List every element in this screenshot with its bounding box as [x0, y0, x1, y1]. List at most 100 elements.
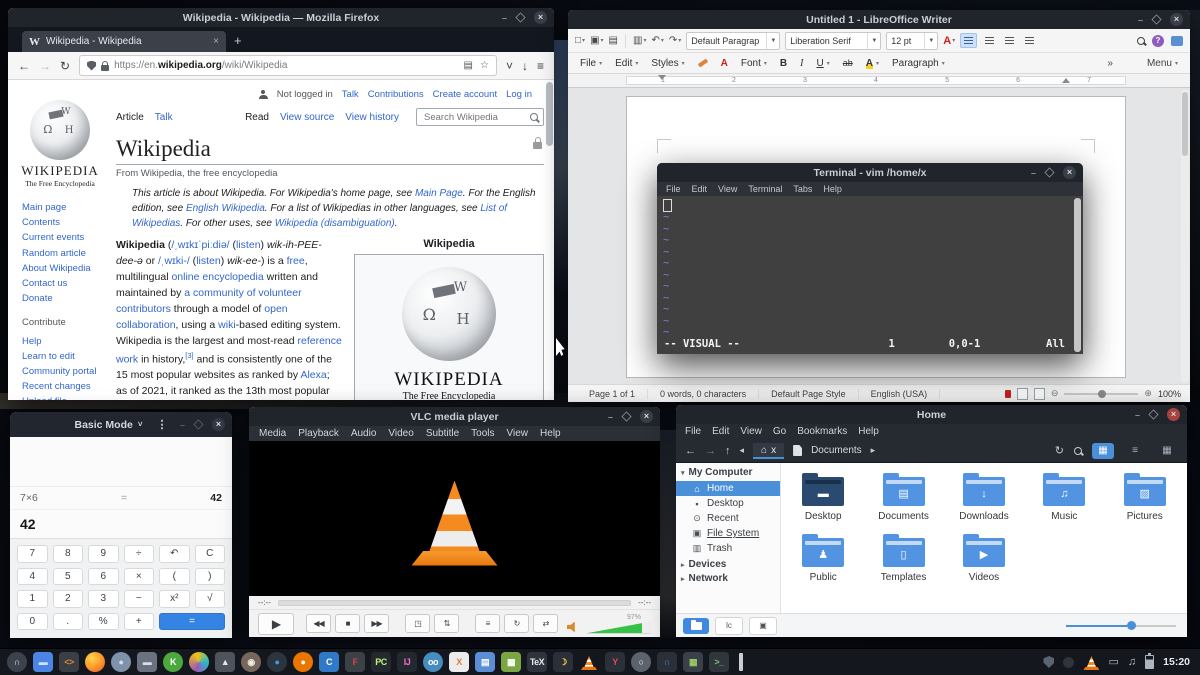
- italic-button[interactable]: I: [800, 58, 803, 69]
- menu-item[interactable]: Help: [540, 428, 561, 439]
- close-button[interactable]: ×: [1167, 408, 1180, 421]
- zoom-in-icon[interactable]: ⊕: [1144, 388, 1152, 399]
- menu-item[interactable]: Tabs: [793, 184, 812, 194]
- code-editor-icon[interactable]: <>: [59, 652, 79, 672]
- personal-link[interactable]: Contributions: [368, 89, 424, 100]
- calculator-key[interactable]: 7: [17, 545, 48, 563]
- minimize-button[interactable]: –: [1135, 410, 1140, 420]
- scrollbar[interactable]: [1181, 90, 1189, 382]
- font-color-button[interactable]: A▾: [943, 35, 955, 47]
- menu-item[interactable]: Media: [259, 428, 286, 439]
- pycharm-icon[interactable]: PC: [371, 652, 391, 672]
- menu-font[interactable]: Font▾: [741, 58, 767, 69]
- terminal-app-icon[interactable]: >_: [709, 652, 729, 672]
- folder-item[interactable]: ♫ Music: [1024, 471, 1104, 522]
- minimize-button[interactable]: –: [1138, 15, 1143, 25]
- status-item[interactable]: Page 1 of 1: [577, 389, 648, 399]
- terminal-titlebar[interactable]: Terminal - vim /home/x –×: [657, 163, 1083, 182]
- calculator-key[interactable]: 0: [17, 613, 48, 631]
- calculator-key[interactable]: C: [195, 545, 226, 563]
- tex-app-icon[interactable]: TeX: [527, 652, 547, 672]
- bold-button[interactable]: B: [780, 58, 787, 69]
- battery-icon[interactable]: [1145, 655, 1154, 669]
- status-item[interactable]: Default Page Style: [759, 389, 859, 399]
- shuffle-button[interactable]: ⇄: [533, 614, 558, 633]
- audio-tray-icon[interactable]: ♫: [1128, 657, 1136, 668]
- toolbar-overflow-chevron[interactable]: »: [1107, 58, 1113, 69]
- window-list-item[interactable]: [739, 653, 743, 671]
- minimize-button[interactable]: –: [1031, 168, 1036, 178]
- path-documents-button[interactable]: Documents: [811, 445, 862, 456]
- reader-mode-icon[interactable]: ▤: [464, 60, 473, 71]
- menu-item[interactable]: File: [666, 184, 681, 194]
- calculator-key[interactable]: ): [195, 568, 226, 586]
- c-app-icon[interactable]: C: [319, 652, 339, 672]
- terminal-screen[interactable]: ~~~~~~~~~~~ -- VISUAL -- 1 0,0-1 All: [657, 196, 1083, 354]
- clear-formatting-icon[interactable]: A: [721, 58, 728, 69]
- path-scroll-left-icon[interactable]: ◂: [740, 445, 745, 456]
- sidebar-link[interactable]: Donate: [22, 291, 112, 306]
- sidebar-group[interactable]: ▸Network: [676, 570, 780, 584]
- calculator-key[interactable]: 3: [88, 590, 119, 608]
- personal-link[interactable]: Not logged in: [277, 89, 333, 100]
- align-left-button[interactable]: [960, 33, 977, 48]
- menu-item[interactable]: Help: [858, 426, 879, 437]
- panel-app-icon[interactable]: ▬: [33, 652, 53, 672]
- panel-toggle[interactable]: ▣: [749, 617, 777, 635]
- sidebar-place-item[interactable]: ▣ File System: [676, 526, 780, 541]
- folder-item[interactable]: ♟ Public: [783, 532, 863, 583]
- page-view-single-icon[interactable]: [1017, 388, 1028, 400]
- restore-button[interactable]: [515, 12, 525, 22]
- menu-item[interactable]: Help: [823, 184, 842, 194]
- menu-item[interactable]: Video: [388, 428, 413, 439]
- vlc-app-icon[interactable]: [579, 652, 599, 672]
- menu-item[interactable]: Audio: [351, 428, 377, 439]
- view-read[interactable]: Read: [245, 112, 269, 123]
- browser-tab[interactable]: W Wikipedia - Wikipedia ×: [22, 31, 226, 52]
- menu-item[interactable]: View: [740, 426, 762, 437]
- gimp-icon[interactable]: ◉: [241, 652, 261, 672]
- restore-button[interactable]: [621, 411, 631, 421]
- calculator-key[interactable]: ÷: [124, 545, 155, 563]
- calculator-headerbar[interactable]: Basic Mode˅ ⋮ –×: [10, 412, 232, 437]
- back-button[interactable]: ←: [18, 59, 30, 73]
- calculator-key[interactable]: ↶: [159, 545, 190, 563]
- find-replace-icon[interactable]: [1137, 37, 1145, 45]
- calculator-key[interactable]: (: [159, 568, 190, 586]
- sidebar-link[interactable]: Contents: [22, 215, 112, 230]
- indexer-icon[interactable]: ●: [267, 652, 287, 672]
- save-button[interactable]: ▣▾: [590, 35, 603, 46]
- video-area[interactable]: [249, 441, 660, 596]
- archive-manager-icon[interactable]: ▬: [137, 652, 157, 672]
- search-icon[interactable]: [530, 113, 538, 121]
- equalizer-button[interactable]: ⇅: [434, 614, 459, 633]
- view-source[interactable]: View source: [280, 112, 334, 123]
- forward-button[interactable]: →: [39, 59, 51, 73]
- sidebar-link[interactable]: Learn to edit: [22, 349, 112, 364]
- vlc-titlebar[interactable]: VLC media player –×: [249, 407, 660, 426]
- intellij-icon[interactable]: IJ: [397, 652, 417, 672]
- calculator-key[interactable]: 6: [88, 568, 119, 586]
- writer-app-icon[interactable]: ▤: [475, 652, 495, 672]
- night-app-icon[interactable]: ☽: [553, 652, 573, 672]
- indent-marker[interactable]: [658, 75, 666, 80]
- browser-icon[interactable]: ●: [111, 652, 131, 672]
- calculator-key[interactable]: 5: [53, 568, 84, 586]
- minimize-button[interactable]: –: [180, 420, 185, 430]
- calculator-key[interactable]: 1: [17, 590, 48, 608]
- history-row[interactable]: 7×6 = 42: [10, 487, 232, 509]
- calculator-key[interactable]: ×: [124, 568, 155, 586]
- previous-button[interactable]: ◀◀: [306, 614, 331, 633]
- menu-item[interactable]: Go: [773, 426, 786, 437]
- scrollbar[interactable]: [1074, 198, 1081, 352]
- writer-titlebar[interactable]: Untitled 1 - LibreOffice Writer –×: [568, 10, 1190, 29]
- align-justify-button[interactable]: [1022, 34, 1037, 47]
- menu-item[interactable]: View: [507, 428, 529, 439]
- sidebar-place-item[interactable]: ▥ Trash: [676, 541, 780, 556]
- scrollbar[interactable]: [546, 82, 553, 146]
- xournal-icon[interactable]: X: [449, 652, 469, 672]
- home-path-button[interactable]: ⌂ x: [753, 443, 784, 459]
- folder-item[interactable]: ▨ Pictures: [1105, 471, 1185, 522]
- strikethrough-button[interactable]: ab: [843, 58, 853, 68]
- folder-item[interactable]: ▬ Desktop: [783, 471, 863, 522]
